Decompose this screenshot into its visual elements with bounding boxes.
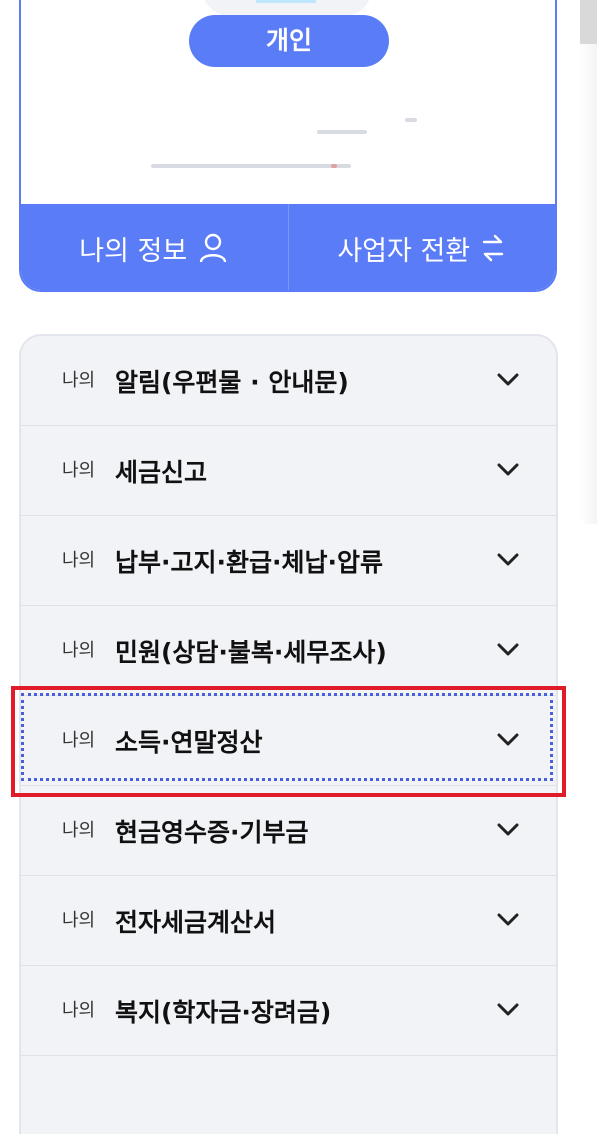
menu-item-tax-filing[interactable]: 나의 세금신고 [21, 426, 556, 516]
menu-item-title: 납부·고지·환급·체납·압류 [115, 548, 383, 577]
my-info-button[interactable]: 나의 정보 [21, 204, 288, 290]
chevron-down-icon [497, 733, 519, 746]
redacted-user-info [151, 164, 351, 168]
chevron-down-icon [497, 823, 519, 836]
scrollbar-shadow [580, 44, 597, 524]
menu-item-prefix: 나의 [62, 820, 96, 841]
redacted-user-name [317, 130, 367, 134]
menu-item-title: 현금영수증·기부금 [115, 818, 309, 847]
menu-item-prefix: 나의 [62, 910, 96, 931]
page: 개인 나의 정보 사업자 전환 나의 알림(우편물 · 안내문) 나의 세금신고… [0, 0, 597, 1134]
profile-card: 개인 나의 정보 사업자 전환 [19, 0, 557, 292]
redacted-user-name-extra [405, 118, 417, 122]
scrollbar-thumb[interactable] [580, 0, 597, 44]
chevron-down-icon [497, 463, 519, 476]
menu-item-welfare[interactable]: 나의 복지(학자금·장려금) [21, 966, 556, 1056]
menu-item-title: 소득·연말정산 [115, 728, 263, 757]
menu-item-payment[interactable]: 나의 납부·고지·환급·체납·압류 [21, 516, 556, 606]
business-switch-button[interactable]: 사업자 전환 [287, 204, 556, 290]
menu-item-title: 세금신고 [115, 458, 208, 487]
menu-item-title: 복지(학자금·장려금) [115, 998, 332, 1027]
menu-item-prefix: 나의 [62, 550, 96, 571]
avatar-image [256, 0, 316, 3]
menu-item-civil-complaints[interactable]: 나의 민원(상담·불복·세무조사) [21, 606, 556, 696]
redacted-user-info-mark [331, 164, 337, 168]
menu-item-cash-receipts[interactable]: 나의 현금영수증·기부금 [21, 786, 556, 876]
menu-item-title: 알림(우편물 · 안내문) [115, 368, 349, 397]
menu-item-prefix: 나의 [62, 640, 96, 661]
menu-item-income-year-end[interactable]: 나의 소득·연말정산 [21, 696, 556, 786]
menu-item-e-tax-invoice[interactable]: 나의 전자세금계산서 [21, 876, 556, 966]
swap-arrows-icon [480, 232, 506, 264]
menu-item-prefix: 나의 [62, 1000, 96, 1021]
user-type-badge: 개인 [189, 15, 389, 67]
my-info-label: 나의 정보 [79, 235, 188, 267]
chevron-down-icon [497, 373, 519, 386]
menu-item-prefix: 나의 [62, 460, 96, 481]
chevron-down-icon [497, 553, 519, 566]
menu-item-title: 민원(상담·불복·세무조사) [115, 638, 387, 667]
avatar [202, 0, 372, 16]
menu-item-prefix: 나의 [62, 730, 96, 751]
my-menu-list: 나의 알림(우편물 · 안내문) 나의 세금신고 나의 납부·고지·환급·체납·… [19, 334, 558, 1134]
chevron-down-icon [497, 913, 519, 926]
menu-item-notifications[interactable]: 나의 알림(우편물 · 안내문) [21, 336, 556, 426]
chevron-down-icon [497, 643, 519, 656]
profile-actions: 나의 정보 사업자 전환 [21, 204, 556, 290]
menu-item-title: 전자세금계산서 [115, 908, 277, 937]
chevron-down-icon [497, 1003, 519, 1016]
business-switch-label: 사업자 전환 [337, 235, 471, 267]
person-icon [197, 232, 229, 264]
menu-item-prefix: 나의 [62, 370, 96, 391]
